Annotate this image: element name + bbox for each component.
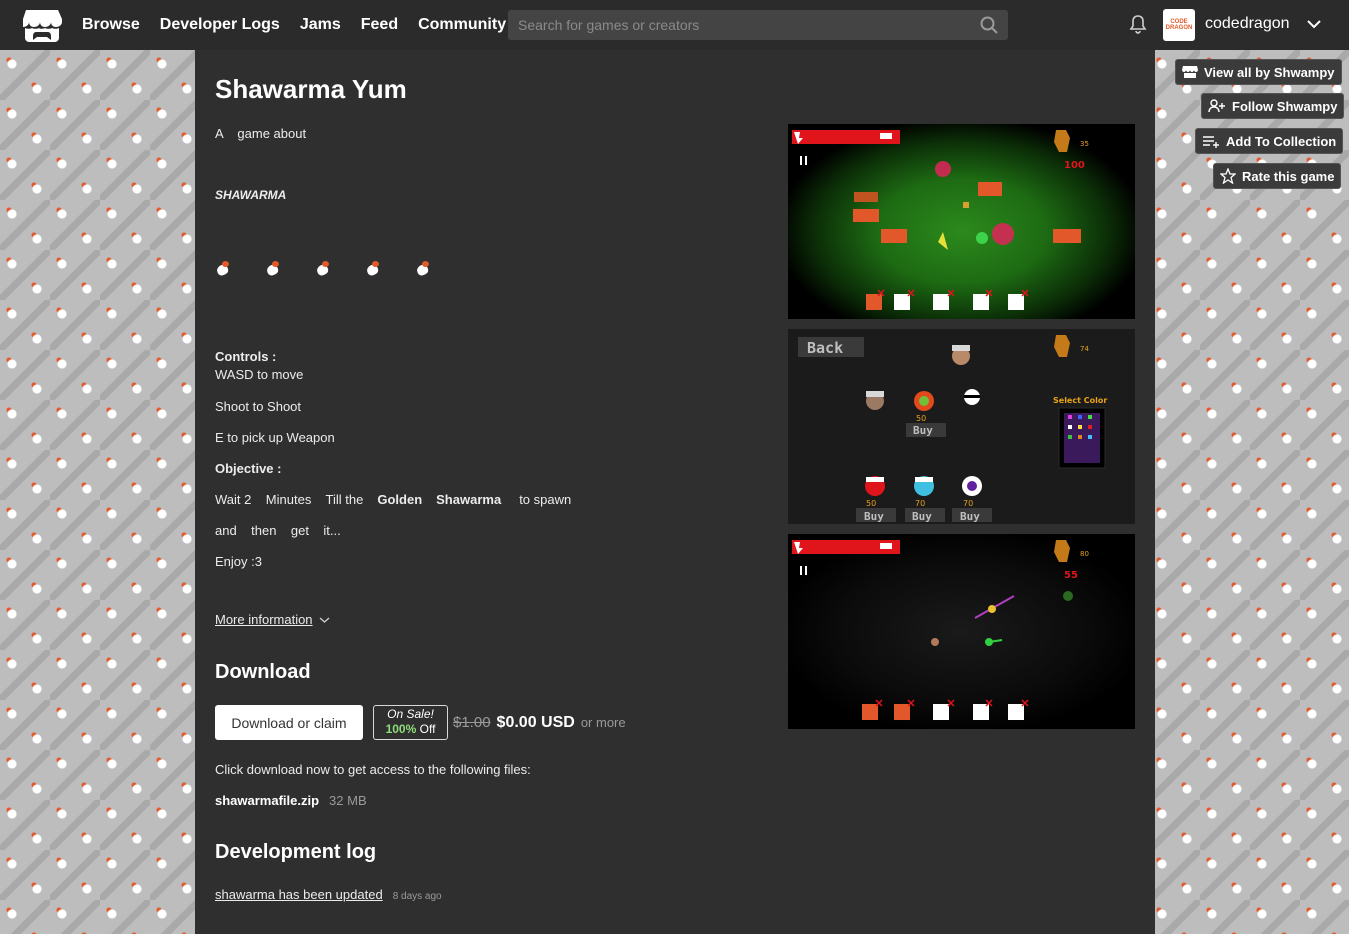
objective-line-1: Wait 2 Minutes Till the Golden Shawarma to … — [215, 492, 571, 507]
devlog-post-link[interactable]: shawarma has been updated — [215, 887, 383, 902]
nav-browse[interactable]: Browse — [82, 16, 140, 34]
nav-developer-logs[interactable]: Developer Logs — [160, 16, 280, 34]
shot1-coin-count: 35 — [1080, 140, 1089, 148]
screenshot-2-art: Back 74 50 Buy Select Color 50 70 70 Buy — [798, 335, 1107, 523]
chevron-down-icon — [319, 617, 329, 623]
view-all-by-author-button[interactable]: View all by Shwampy — [1175, 59, 1342, 85]
price-row: $1.00 $0.00 USD or more — [453, 714, 626, 732]
screenshot-gameplay-3[interactable]: 80 55 — [788, 534, 1135, 729]
view-all-label: View all by Shwampy — [1204, 64, 1335, 80]
add-collection-label: Add To Collection — [1226, 133, 1337, 149]
devlog-heading: Development log — [215, 841, 377, 863]
download-note: Click download now to get access to the … — [215, 762, 531, 777]
username[interactable]: codedragon — [1205, 15, 1290, 33]
more-information-toggle[interactable]: More information — [215, 612, 330, 627]
nav-links: Browse Developer Logs Jams Feed Communit… — [82, 0, 506, 50]
or-more-label: or more — [580, 715, 626, 730]
rate-label: Rate this game — [1242, 168, 1335, 184]
upload-file-row: shawarmafile.zip 32 MB — [215, 793, 367, 808]
screenshot-3-art: 80 55 — [792, 540, 1089, 720]
devlog-entry: shawarma has been updated 8 days ago — [215, 887, 442, 902]
user-plus-icon — [1208, 99, 1225, 113]
nav-community[interactable]: Community — [418, 16, 506, 34]
screenshot-gameplay-1[interactable]: 35 100 — [788, 124, 1135, 319]
download-heading: Download — [215, 661, 311, 683]
shot2-buy-top: Buy — [913, 424, 933, 437]
nav-jams[interactable]: Jams — [300, 16, 341, 34]
search-input[interactable] — [508, 10, 1008, 40]
star-icon — [1220, 168, 1236, 184]
shot2-buy-2: Buy — [912, 510, 932, 523]
itch-logo-icon[interactable] — [22, 8, 62, 42]
shawarma-icon — [265, 260, 281, 276]
download-or-claim-button[interactable]: Download or claim — [215, 705, 363, 740]
notifications-bell-icon[interactable] — [1129, 14, 1147, 34]
shot2-price-3: 70 — [963, 499, 973, 508]
shot2-coin-count: 74 — [1080, 345, 1089, 353]
controls-heading: Controls : — [215, 349, 277, 364]
shawarma-icon — [215, 260, 231, 276]
objective-shawarma: Shawarma — [436, 492, 502, 507]
control-move: WASD to move — [215, 367, 304, 382]
nav-feed[interactable]: Feed — [361, 16, 398, 34]
search-icon[interactable] — [980, 16, 998, 34]
avatar-text: CODE DRAGON — [1165, 19, 1193, 31]
devlog-post-date: 8 days ago — [392, 891, 442, 902]
shot2-price-1: 50 — [866, 499, 876, 508]
original-price: $1.00 — [453, 714, 491, 731]
shawarma-icon — [315, 260, 331, 276]
screenshot-1-art: 35 100 — [792, 130, 1089, 310]
shot2-back-label: Back — [807, 339, 843, 357]
shawarma-icon — [365, 260, 381, 276]
objective-line-2: and then get it... — [215, 523, 341, 538]
more-information-label: More information — [215, 612, 313, 627]
control-shoot: Shoot to Shoot — [215, 399, 302, 414]
follow-label: Follow Shwampy — [1232, 98, 1338, 114]
shot2-top-price: 50 — [916, 414, 926, 423]
objective-heading: Objective : — [215, 461, 282, 476]
add-to-list-icon — [1203, 136, 1219, 148]
objective-text-a: Wait 2 Minutes Till the — [215, 492, 364, 507]
shot1-score: 100 — [1064, 160, 1085, 171]
screenshot-shop-2[interactable]: Back 74 50 Buy Select Color 50 70 70 Buy — [788, 329, 1135, 524]
chevron-down-icon[interactable] — [1306, 18, 1322, 30]
objective-golden: Golden — [377, 492, 423, 507]
add-to-collection-button[interactable]: Add To Collection — [1195, 128, 1344, 154]
game-title: Shawarma Yum — [215, 74, 407, 104]
top-navbar: Browse Developer Logs Jams Feed Communit… — [0, 0, 1349, 50]
itch-store-icon — [1182, 66, 1198, 78]
sale-badge: On Sale! 100% Off — [373, 705, 448, 740]
sale-percent: 100% — [385, 722, 417, 736]
objective-text-d: to spawn — [519, 492, 572, 507]
control-pickup: E to pick up Weapon — [215, 430, 335, 445]
shot2-select-color: Select Color — [1053, 396, 1107, 405]
sale-label: On Sale! — [387, 707, 434, 721]
shot3-score: 55 — [1064, 570, 1078, 581]
file-name: shawarmafile.zip — [215, 793, 320, 808]
shawarma-emoji-row — [215, 260, 431, 276]
shot2-price-2: 70 — [915, 499, 925, 508]
shot3-coin-count: 80 — [1080, 550, 1089, 558]
sale-price: $0.00 USD — [496, 714, 575, 731]
sale-off: Off — [419, 722, 436, 736]
game-page-main: Shawarma Yum A game about SHAWARMA Contr… — [195, 50, 1155, 934]
shot2-buy-3: Buy — [960, 510, 980, 523]
rate-game-button[interactable]: Rate this game — [1213, 163, 1342, 189]
shot2-buy-1: Buy — [864, 510, 884, 523]
search-bar — [508, 10, 1008, 40]
description-closing: Enjoy :3 — [215, 554, 262, 569]
shawarma-icon — [415, 260, 431, 276]
user-avatar[interactable]: CODE DRAGON — [1163, 9, 1195, 41]
description-emphasis: SHAWARMA — [215, 188, 287, 202]
file-size: 32 MB — [329, 793, 367, 808]
follow-author-button[interactable]: Follow Shwampy — [1201, 93, 1345, 119]
description-intro: A game about — [215, 126, 307, 141]
